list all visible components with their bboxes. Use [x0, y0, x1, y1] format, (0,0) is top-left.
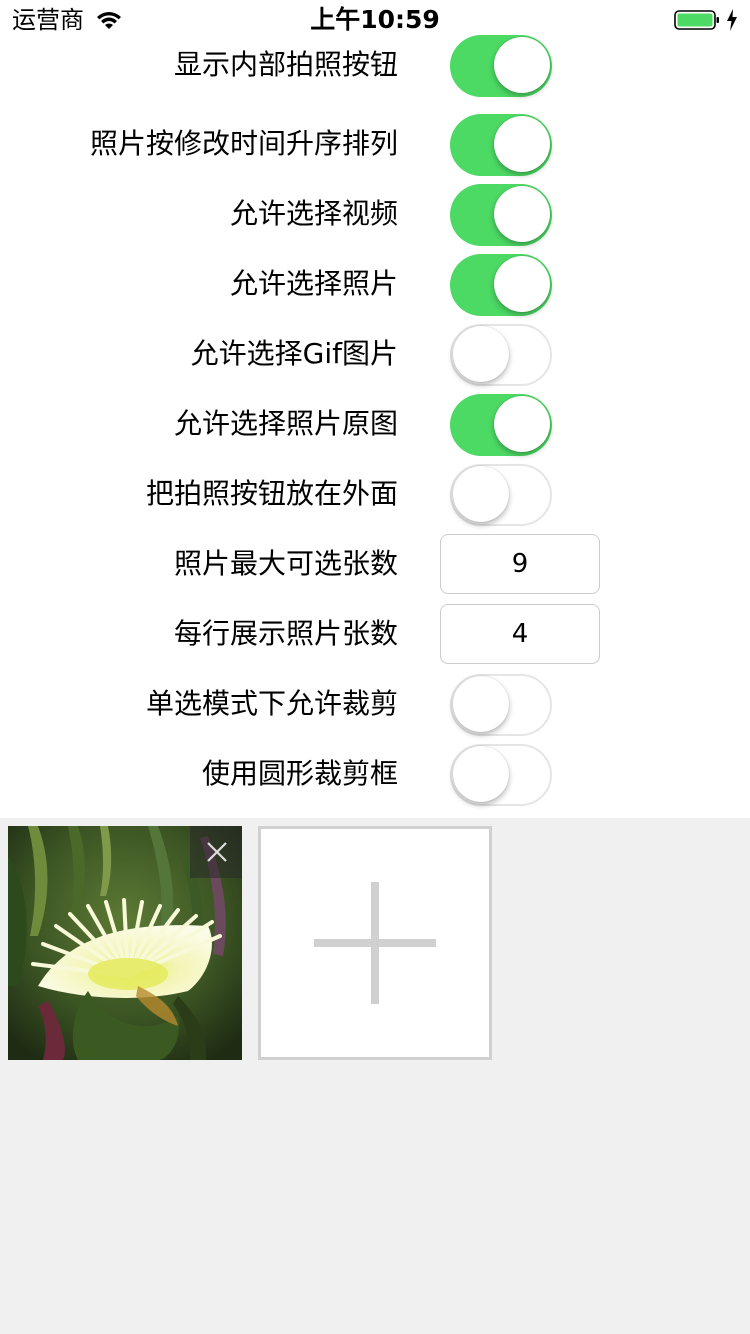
setting-toggle[interactable] [450, 744, 552, 806]
setting-label: 每行展示照片张数 [173, 617, 398, 650]
charging-icon [727, 9, 737, 31]
setting-number-field[interactable]: 9 [440, 534, 600, 594]
setting-row: 每行展示照片张数 4 [0, 604, 750, 664]
toggle-knob [494, 396, 550, 452]
setting-row: 单选模式下允许裁剪 [0, 674, 750, 736]
toggle-knob [453, 676, 509, 732]
setting-row: 使用圆形裁剪框 [0, 744, 750, 806]
setting-label: 把拍照按钮放在外面 [145, 477, 398, 510]
setting-row: 显示内部拍照按钮 [0, 35, 750, 97]
screen: 运营商 上午10:59 显示内部拍照按钮 照片按修改时间升序排列 允许选择视频 允许选… [0, 0, 750, 1334]
setting-toggle[interactable] [450, 184, 552, 246]
setting-row: 照片最大可选张数 9 [0, 534, 750, 594]
toggle-knob [494, 256, 550, 312]
setting-label: 显示内部拍照按钮 [173, 48, 398, 81]
setting-number-field[interactable]: 4 [440, 604, 600, 664]
plus-icon [314, 882, 436, 1004]
setting-toggle[interactable] [450, 674, 552, 736]
toggle-knob [494, 186, 550, 242]
setting-row: 照片按修改时间升序排列 [0, 114, 750, 176]
toggle-knob [494, 37, 550, 93]
setting-toggle[interactable] [450, 394, 552, 456]
toggle-knob [453, 746, 509, 802]
toggle-knob [453, 466, 509, 522]
setting-row: 允许选择照片原图 [0, 394, 750, 456]
selected-photo[interactable] [8, 826, 242, 1060]
setting-label: 照片按修改时间升序排列 [89, 127, 398, 160]
clock: 上午10:59 [310, 5, 440, 34]
setting-label: 使用圆形裁剪框 [201, 757, 398, 790]
setting-toggle[interactable] [450, 464, 552, 526]
setting-row: 允许选择Gif图片 [0, 324, 750, 386]
setting-label: 允许选择照片 [229, 267, 398, 300]
setting-row: 允许选择照片 [0, 254, 750, 316]
setting-toggle[interactable] [450, 324, 552, 386]
setting-toggle[interactable] [450, 114, 552, 176]
settings-panel: 运营商 上午10:59 显示内部拍照按钮 照片按修改时间升序排列 允许选择视频 允许选… [0, 0, 750, 818]
close-icon [207, 842, 227, 862]
setting-label: 单选模式下允许裁剪 [145, 687, 398, 720]
setting-label: 照片最大可选张数 [173, 547, 398, 580]
delete-photo-button[interactable] [190, 826, 242, 878]
status-bar: 运营商 上午10:59 [0, 0, 750, 40]
setting-label: 允许选择Gif图片 [190, 337, 398, 370]
toggle-knob [453, 326, 509, 382]
setting-label: 允许选择照片原图 [173, 407, 398, 440]
toggle-knob [494, 116, 550, 172]
setting-row: 把拍照按钮放在外面 [0, 464, 750, 526]
setting-toggle[interactable] [450, 254, 552, 316]
add-photo-button[interactable] [258, 826, 492, 1060]
setting-row: 允许选择视频 [0, 184, 750, 246]
setting-label: 允许选择视频 [229, 197, 398, 230]
setting-toggle[interactable] [450, 35, 552, 97]
battery-icon [674, 10, 719, 30]
